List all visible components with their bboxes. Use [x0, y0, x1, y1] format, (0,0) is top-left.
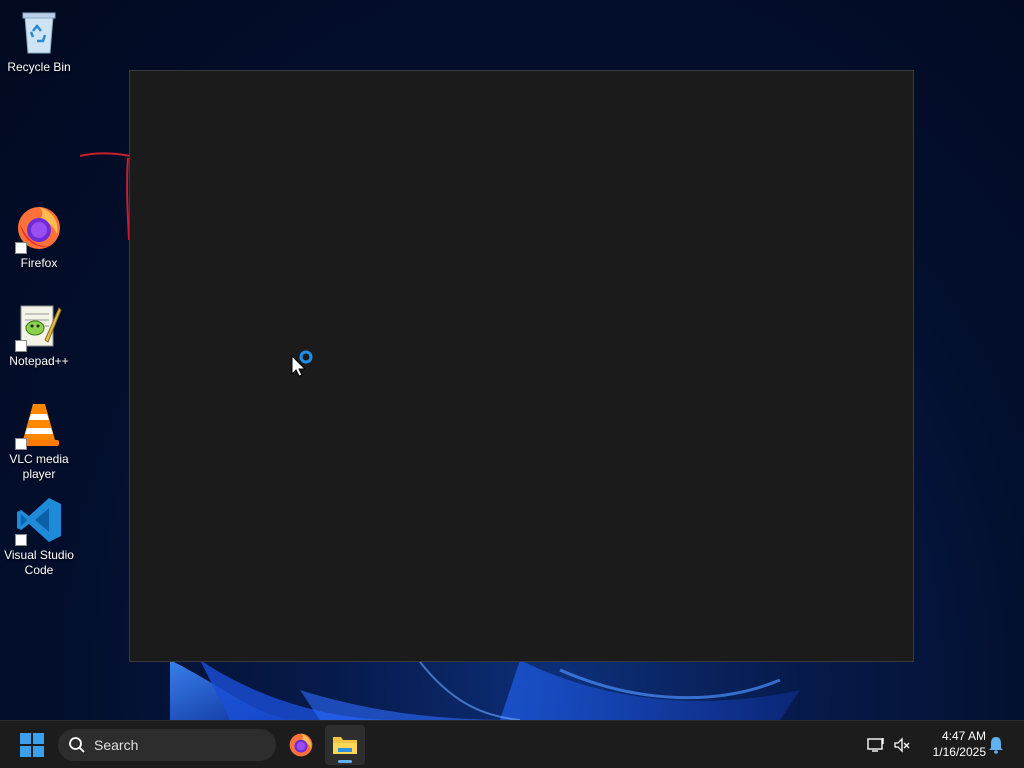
- desktop-icon-label: VLC media player: [9, 452, 69, 481]
- taskbar-file-explorer-button[interactable]: [325, 725, 365, 765]
- notepad-plus-plus-icon: [15, 302, 63, 352]
- taskbar-search-box[interactable]: Search: [58, 729, 276, 761]
- shortcut-arrow-icon: [15, 534, 27, 546]
- volume-muted-icon[interactable]: [892, 735, 912, 755]
- firefox-icon: [15, 204, 63, 254]
- start-button[interactable]: [12, 725, 52, 765]
- desktop-icon-recycle-bin[interactable]: Recycle Bin: [0, 8, 78, 75]
- clock-date: 1/16/2025: [932, 745, 986, 759]
- search-label: Search: [94, 737, 139, 753]
- desktop-icon-vlc[interactable]: VLC media player: [0, 400, 78, 482]
- desktop-icon-firefox[interactable]: Firefox: [0, 204, 78, 271]
- vlc-icon: [15, 400, 63, 450]
- shortcut-arrow-icon: [15, 242, 27, 254]
- vscode-icon: [15, 496, 63, 546]
- red-annotation-mark: [79, 152, 131, 241]
- network-icon[interactable]: [866, 735, 886, 755]
- desktop-icon-vscode[interactable]: Visual Studio Code: [0, 496, 78, 578]
- shortcut-arrow-icon: [15, 340, 27, 352]
- windows-logo-icon: [20, 733, 44, 757]
- loading-app-window[interactable]: [129, 70, 914, 662]
- desktop: Recycle Bin Firefox Notepad++ VLC media …: [0, 0, 1024, 720]
- recycle-bin-icon: [15, 8, 63, 56]
- taskbar: Search 4:47 AM 1/16/2025: [0, 720, 1024, 768]
- desktop-icon-label: Recycle Bin: [7, 60, 71, 74]
- desktop-icon-label: Notepad++: [9, 354, 69, 368]
- firefox-icon: [289, 733, 313, 757]
- search-icon: [69, 737, 85, 753]
- system-clock[interactable]: 4:47 AM 1/16/2025: [920, 728, 986, 760]
- folder-icon: [333, 737, 357, 754]
- desktop-icon-notepad-plus-plus[interactable]: Notepad++: [0, 302, 78, 369]
- busy-cursor-icon: [291, 350, 313, 377]
- taskbar-firefox-button[interactable]: [281, 725, 321, 765]
- desktop-icon-label: Firefox: [20, 256, 58, 270]
- clock-time: 4:47 AM: [941, 729, 986, 743]
- desktop-icon-label: Visual Studio Code: [4, 548, 74, 577]
- shortcut-arrow-icon: [15, 438, 27, 450]
- active-app-indicator: [338, 760, 352, 763]
- notification-bell-icon[interactable]: [986, 735, 1006, 755]
